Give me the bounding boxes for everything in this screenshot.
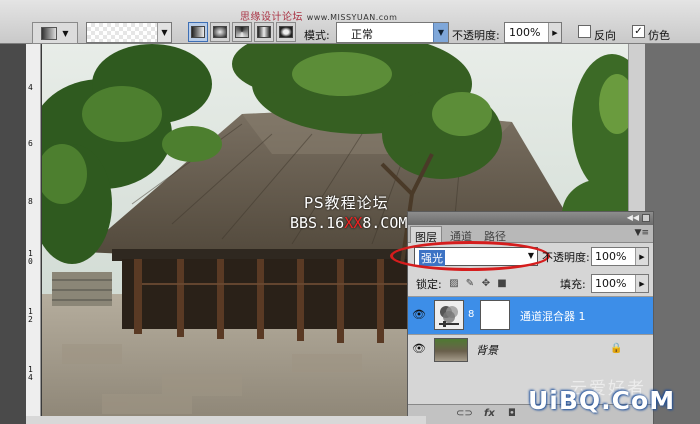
ruler-label: 8 xyxy=(28,197,33,206)
fx-icon[interactable]: fx xyxy=(484,408,495,419)
eye-icon[interactable]: 👁 xyxy=(410,306,428,324)
lock-pixels-icon[interactable]: ✎ xyxy=(464,278,476,290)
gradient-swatch xyxy=(87,23,157,42)
ruler-label: 4 xyxy=(28,83,33,92)
opacity-value: 100% xyxy=(509,26,541,39)
layer-opacity-input[interactable]: 100% ▶ xyxy=(591,247,649,266)
chevron-down-icon[interactable]: ▼ xyxy=(157,23,171,42)
panel-tabs: 图层 通道 路径 ▼≡ xyxy=(408,225,653,244)
ruler-label: 1 2 xyxy=(28,307,33,324)
collapse-icon[interactable]: ◀◀ xyxy=(627,213,639,222)
ruler-label: 6 xyxy=(28,139,33,148)
panel-title-bar[interactable]: ◀◀ xyxy=(408,212,653,225)
chevron-down-icon[interactable]: ▼ xyxy=(433,23,448,42)
fill-input[interactable]: 100% ▶ xyxy=(591,274,649,293)
link-icon[interactable]: ⊂⊃ xyxy=(456,408,473,419)
fill-label: 填充: xyxy=(560,278,586,291)
watermark-url: www.MISSYUAN.com xyxy=(306,13,398,22)
lock-transparent-icon[interactable]: ▨ xyxy=(448,278,460,290)
reflected-gradient-button[interactable] xyxy=(254,22,274,42)
gradient-picker[interactable]: ▼ xyxy=(86,22,172,43)
tool-preset-picker[interactable]: ▼ xyxy=(32,22,78,44)
lock-all-icon[interactable]: ■ xyxy=(496,278,508,290)
dither-label: 仿色 xyxy=(648,29,670,42)
workspace-background xyxy=(0,44,26,424)
opacity-label: 不透明度: xyxy=(452,29,500,42)
canvas-watermark-url: BBS.16XX8.COM xyxy=(290,214,407,232)
radial-gradient-button[interactable] xyxy=(210,22,230,42)
layer-row-background[interactable]: 👁 背景 🔒 xyxy=(408,334,653,364)
tab-layers[interactable]: 图层 xyxy=(410,226,442,244)
top-watermark: 思缘设计论坛 www.MISSYUAN.com xyxy=(240,8,397,23)
blend-row: 强光 ▼ 不透明度: 100% ▶ xyxy=(390,241,653,271)
ruler-label: 1 4 xyxy=(28,365,33,382)
close-icon[interactable] xyxy=(642,214,650,222)
dither-checkbox[interactable]: ✓ xyxy=(632,25,645,38)
gradient-tool-icon xyxy=(41,26,58,40)
vertical-ruler[interactable]: 4 6 8 1 0 1 2 1 4 xyxy=(26,44,41,424)
angle-gradient-button[interactable] xyxy=(232,22,252,42)
mode-select[interactable]: 正常 ▼ xyxy=(336,22,449,43)
ruler-label: 1 0 xyxy=(28,249,33,266)
site-watermark: UiBQ.CoM xyxy=(528,386,676,415)
layer-name: 背景 xyxy=(476,344,498,357)
mode-label: 模式: xyxy=(304,29,330,42)
highlight-oval xyxy=(390,241,550,271)
chevron-right-icon[interactable]: ▶ xyxy=(548,23,561,42)
chevron-right-icon[interactable]: ▶ xyxy=(635,248,648,265)
layer-thumbnail xyxy=(434,338,468,362)
reverse-checkbox[interactable] xyxy=(578,25,591,38)
watermark-part: BBS.16 xyxy=(290,214,345,232)
gradient-type-group xyxy=(188,22,296,42)
watermark-part-red: XX xyxy=(344,214,363,232)
panel-menu-icon[interactable]: ▼≡ xyxy=(635,228,649,238)
chevron-down-icon: ▼ xyxy=(62,28,69,38)
lock-label: 锁定: xyxy=(416,278,442,291)
mask-thumbnail[interactable] xyxy=(480,300,510,330)
channel-mixer-icon xyxy=(439,306,459,327)
layer-name: 通道混合器 1 xyxy=(520,310,586,323)
link-icon[interactable]: 8 xyxy=(468,309,474,320)
layer-row-channel-mixer[interactable]: 👁 8 通道混合器 1 xyxy=(408,296,653,334)
lock-icon: 🔒 xyxy=(610,343,623,354)
canvas-watermark-title: PS教程论坛 xyxy=(304,194,389,212)
linear-gradient-button[interactable] xyxy=(188,22,208,42)
layer-opacity-value: 100% xyxy=(595,250,627,263)
adjustment-thumbnail xyxy=(434,300,464,330)
mask-icon[interactable]: ◘ xyxy=(508,408,516,419)
eye-icon[interactable]: 👁 xyxy=(410,340,428,358)
options-bar: 思缘设计论坛 www.MISSYUAN.com ▼ ▼ 模式: 正常 ▼ 不透明… xyxy=(0,0,700,44)
chevron-right-icon[interactable]: ▶ xyxy=(635,275,648,292)
status-bar xyxy=(26,416,426,424)
opacity-input[interactable]: 100% ▶ xyxy=(504,22,562,43)
watermark-part: 8.COM xyxy=(362,214,408,232)
fill-value: 100% xyxy=(595,277,627,290)
photoshop-window: 思缘设计论坛 www.MISSYUAN.com ▼ ▼ 模式: 正常 ▼ 不透明… xyxy=(0,0,700,424)
mode-value: 正常 xyxy=(351,28,373,41)
lock-position-icon[interactable]: ✥ xyxy=(480,278,492,290)
reverse-label: 反向 xyxy=(594,29,616,42)
diamond-gradient-button[interactable] xyxy=(276,22,296,42)
layer-opacity-label: 不透明度: xyxy=(542,251,590,264)
